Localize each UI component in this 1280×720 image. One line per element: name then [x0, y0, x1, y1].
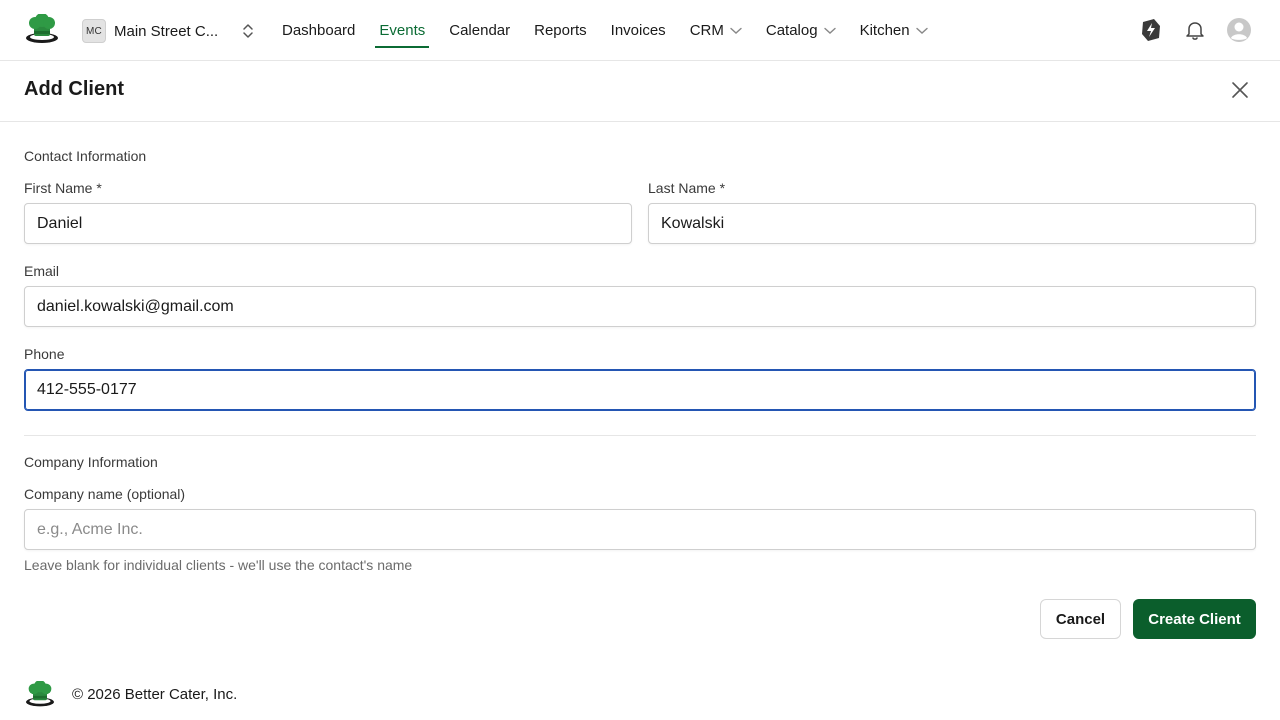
chevron-down-icon — [915, 27, 928, 34]
top-right-actions — [1120, 17, 1252, 43]
nav-label: Calendar — [449, 22, 511, 39]
cancel-button[interactable]: Cancel — [1040, 599, 1121, 639]
lightning-tag-icon[interactable] — [1138, 17, 1164, 43]
email-label: Email — [24, 263, 60, 279]
nav-label: CRM — [689, 22, 724, 39]
nav-reports[interactable]: Reports — [534, 0, 587, 61]
chef-hat-logo-icon[interactable] — [24, 13, 60, 46]
nav-dashboard[interactable]: Dashboard — [282, 0, 355, 61]
chevron-down-icon — [730, 27, 742, 34]
nav-calendar[interactable]: Calendar — [449, 0, 510, 61]
page-title: Add Client — [24, 78, 124, 100]
company-information-heading: Company Information — [24, 454, 158, 470]
last-name-label: Last Name * — [648, 180, 726, 196]
close-icon[interactable] — [1230, 80, 1250, 100]
org-name: Main Street C... — [114, 22, 219, 40]
contact-information-heading: Contact Information — [24, 148, 147, 164]
nav-crm-dropdown[interactable]: CRM — [690, 0, 742, 61]
create-client-button[interactable]: Create Client — [1133, 599, 1256, 639]
nav-label: Invoices — [610, 22, 666, 39]
chevron-down-icon — [823, 27, 836, 34]
bell-icon[interactable] — [1182, 17, 1208, 43]
nav-label: Catalog — [765, 22, 818, 39]
section-divider — [24, 435, 1256, 436]
organization-switcher[interactable]: MC Main Street C... — [82, 19, 232, 43]
chef-hat-logo-icon — [24, 680, 56, 709]
company-name-hint: Leave blank for individual clients - we'… — [24, 557, 413, 573]
nav-label: Dashboard — [282, 22, 356, 39]
chevron-up-down-icon[interactable] — [241, 22, 255, 40]
user-avatar-icon[interactable] — [1226, 17, 1252, 43]
nav-kitchen-dropdown[interactable]: Kitchen — [860, 0, 928, 61]
first-name-field[interactable] — [24, 203, 632, 244]
phone-field[interactable] — [24, 369, 1256, 411]
top-navigation-bar: MC Main Street C... Dashboard Events Cal… — [0, 0, 1280, 61]
nav-label: Reports — [534, 22, 587, 39]
phone-label: Phone — [24, 346, 65, 362]
nav-label: Kitchen — [859, 22, 910, 39]
first-name-label: First Name * — [24, 180, 102, 196]
nav-catalog-dropdown[interactable]: Catalog — [766, 0, 836, 61]
main-nav: Dashboard Events Calendar Reports Invoic… — [282, 0, 952, 61]
nav-label: Events — [379, 22, 426, 39]
nav-invoices[interactable]: Invoices — [611, 0, 666, 61]
email-field[interactable] — [24, 286, 1256, 327]
last-name-field[interactable] — [648, 203, 1256, 244]
add-client-header: Add Client — [0, 61, 1280, 122]
org-initials-badge: MC — [82, 19, 106, 43]
nav-events[interactable]: Events — [375, 0, 430, 61]
company-name-field[interactable] — [24, 509, 1256, 550]
footer-copyright: © 2026 Better Cater, Inc. — [72, 686, 238, 703]
company-name-label: Company name (optional) — [24, 486, 186, 502]
